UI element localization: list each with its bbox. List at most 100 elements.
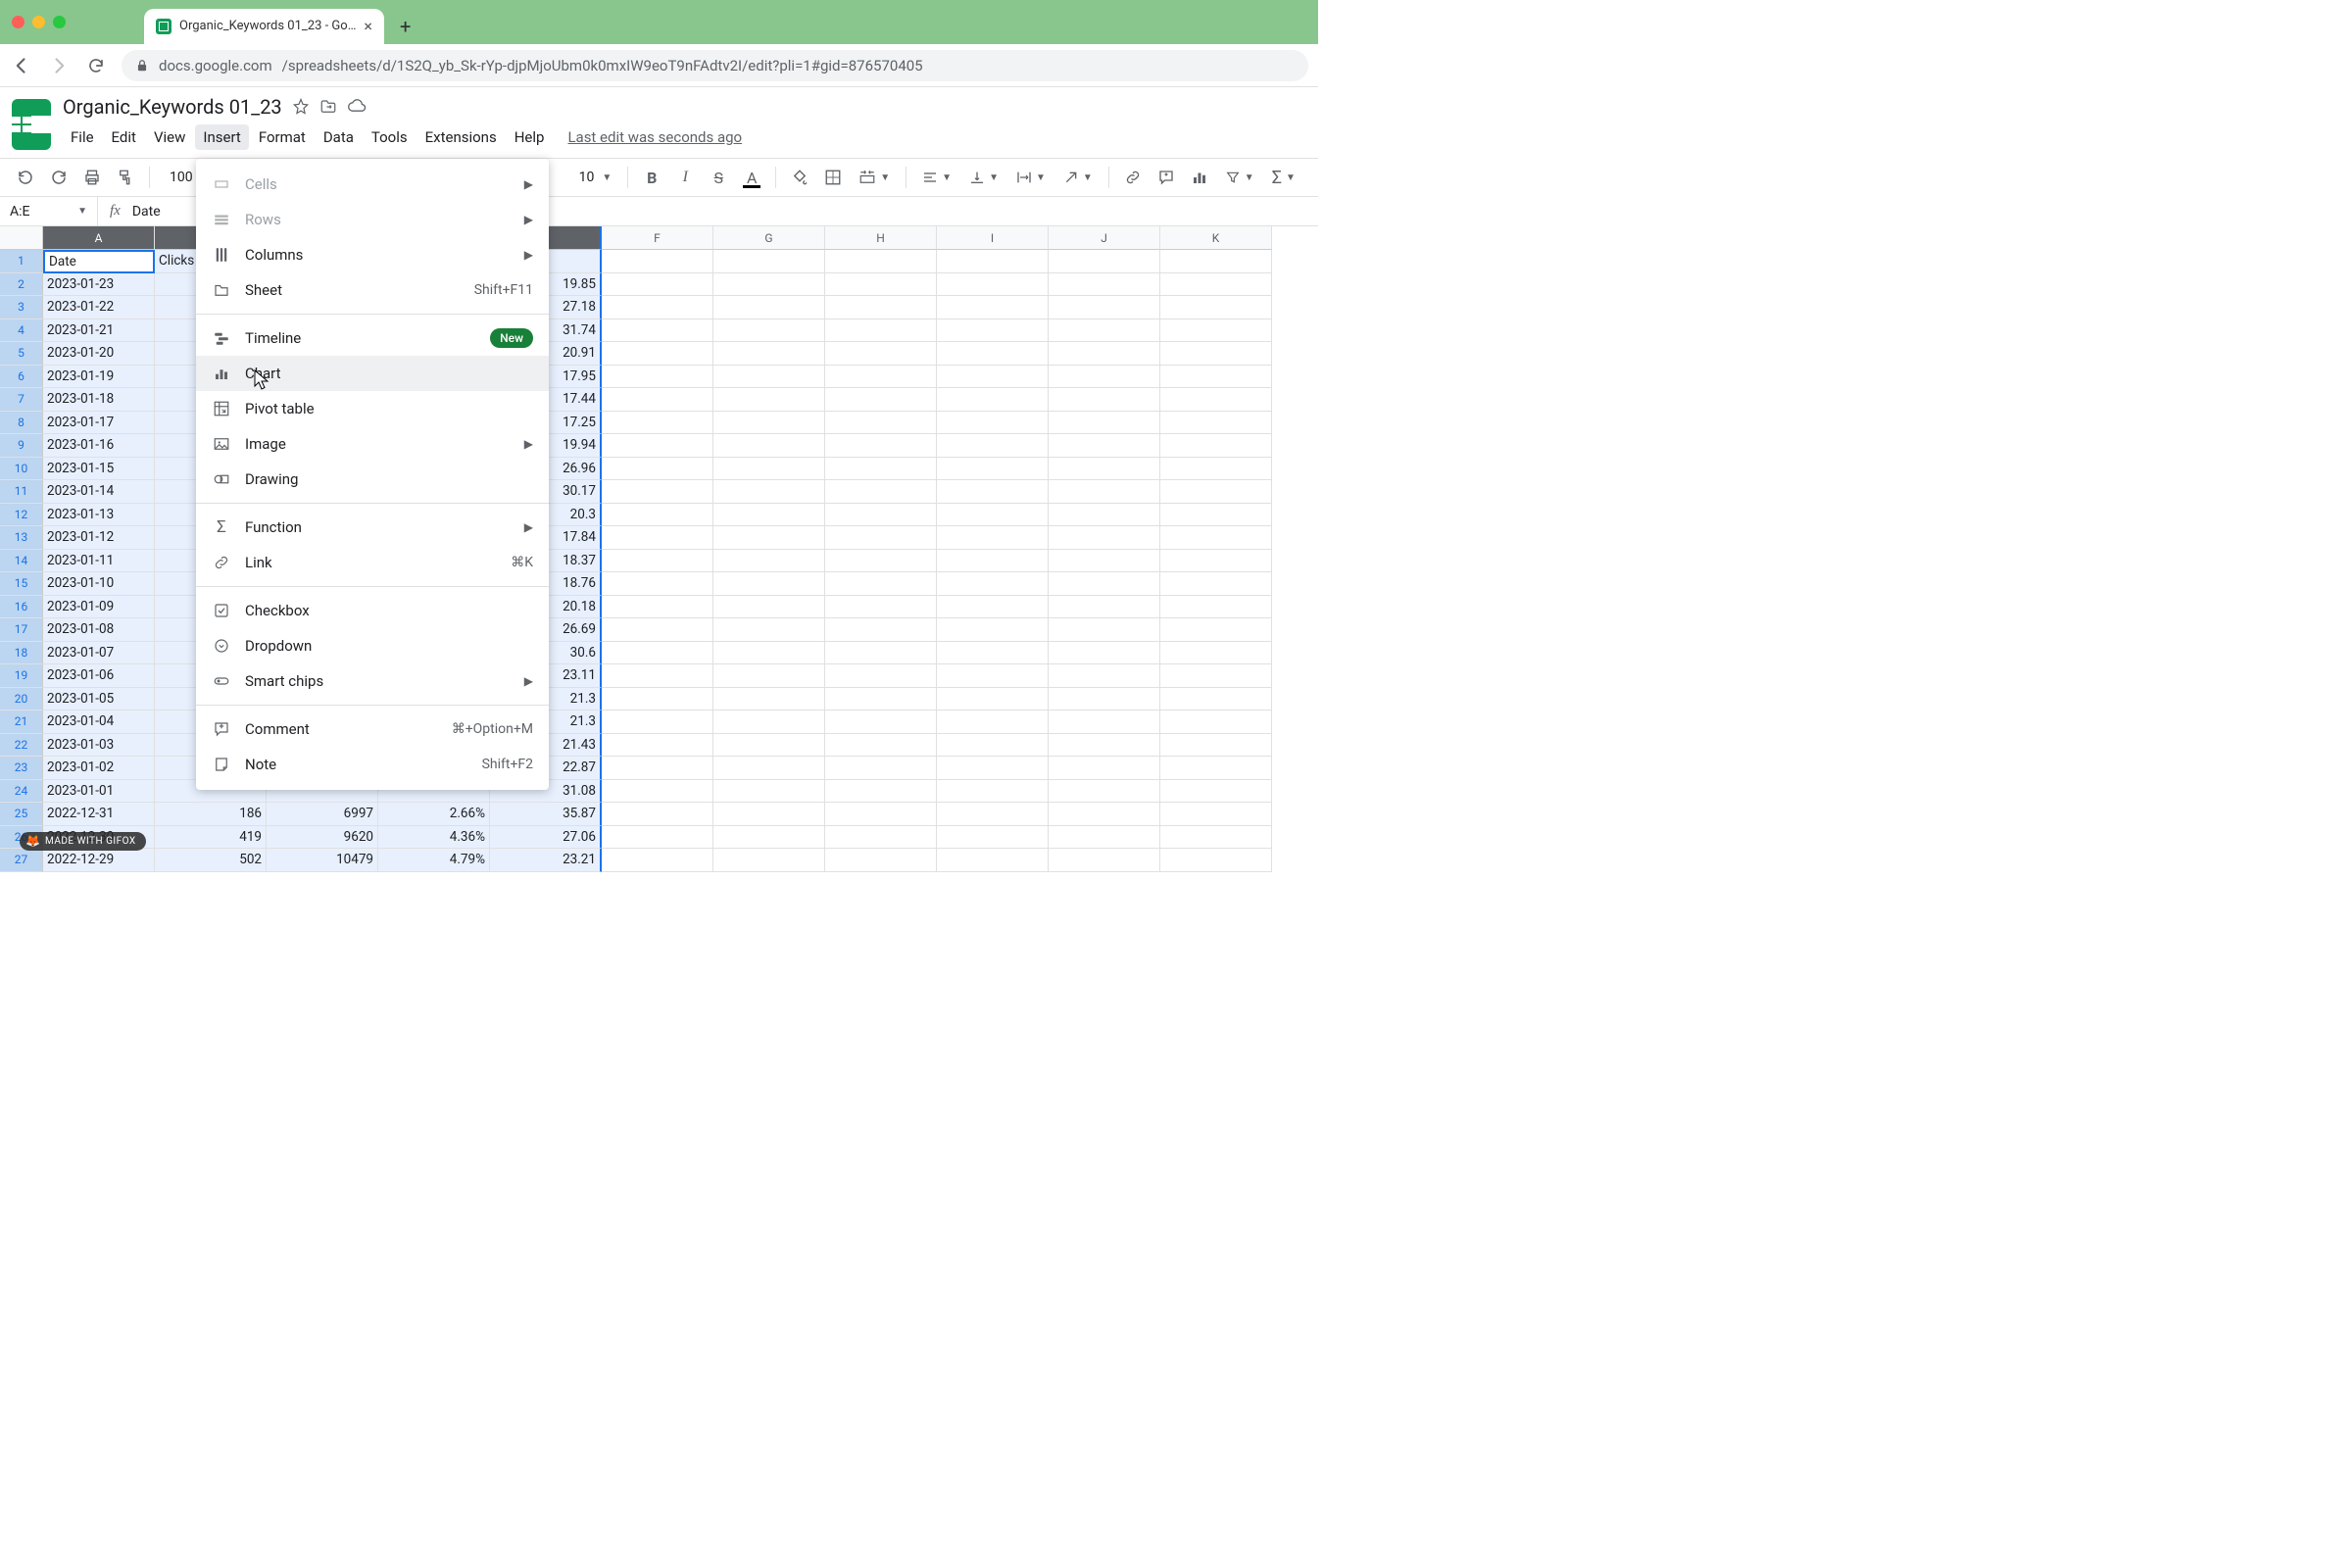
cell[interactable] <box>825 250 937 273</box>
comment-button[interactable] <box>1152 164 1180 191</box>
cell[interactable] <box>937 803 1049 826</box>
cell[interactable]: 2023-01-05 <box>43 688 155 711</box>
cell[interactable]: 2023-01-09 <box>43 596 155 619</box>
cell[interactable]: 2023-01-21 <box>43 319 155 343</box>
row-header[interactable]: 27 <box>0 849 43 872</box>
cell[interactable] <box>602 458 713 481</box>
cell[interactable]: 2023-01-10 <box>43 572 155 596</box>
cell[interactable] <box>825 480 937 504</box>
cell[interactable] <box>1049 642 1160 665</box>
row-header[interactable]: 23 <box>0 757 43 780</box>
print-button[interactable] <box>78 164 106 191</box>
row-header[interactable]: 7 <box>0 388 43 412</box>
back-button[interactable] <box>10 54 33 77</box>
name-box[interactable]: A:E ▼ <box>0 197 98 225</box>
maximize-window-button[interactable] <box>53 16 66 28</box>
cell[interactable]: Date <box>43 250 155 273</box>
cell[interactable] <box>713 273 825 297</box>
cloud-status-icon[interactable] <box>347 97 367 117</box>
cell[interactable] <box>937 388 1049 412</box>
cell[interactable] <box>602 342 713 366</box>
cell[interactable] <box>825 273 937 297</box>
url-input[interactable]: docs.google.com/spreadsheets/d/1S2Q_yb_S… <box>122 50 1308 81</box>
cell[interactable] <box>937 572 1049 596</box>
cell[interactable] <box>825 688 937 711</box>
cell[interactable]: 10479 <box>267 849 378 872</box>
cell[interactable] <box>1160 366 1272 389</box>
cell[interactable] <box>937 618 1049 642</box>
cell[interactable] <box>825 342 937 366</box>
column-header[interactable]: I <box>937 226 1049 250</box>
cell[interactable] <box>1160 550 1272 573</box>
cell[interactable] <box>1049 757 1160 780</box>
column-header[interactable]: K <box>1160 226 1272 250</box>
cell[interactable] <box>937 710 1049 734</box>
cell[interactable] <box>825 734 937 758</box>
cell[interactable] <box>713 803 825 826</box>
cell[interactable]: 2023-01-22 <box>43 296 155 319</box>
menu-tools[interactable]: Tools <box>364 124 416 150</box>
cell[interactable] <box>937 550 1049 573</box>
row-header[interactable]: 5 <box>0 342 43 366</box>
cell[interactable] <box>825 596 937 619</box>
cell[interactable] <box>1049 504 1160 527</box>
cell[interactable] <box>713 550 825 573</box>
cell[interactable] <box>1160 664 1272 688</box>
cell[interactable] <box>825 572 937 596</box>
row-header[interactable]: 13 <box>0 526 43 550</box>
menu-format[interactable]: Format <box>251 124 314 150</box>
cell[interactable] <box>713 412 825 435</box>
cell[interactable] <box>602 596 713 619</box>
rotate-button[interactable]: ▼ <box>1057 170 1099 185</box>
cell[interactable] <box>1160 826 1272 850</box>
cell[interactable] <box>713 319 825 343</box>
row-header[interactable]: 1 <box>0 250 43 273</box>
insert-comment[interactable]: Comment ⌘+Option+M <box>196 711 549 747</box>
cell[interactable] <box>1160 342 1272 366</box>
cell[interactable]: 2023-01-14 <box>43 480 155 504</box>
cell[interactable] <box>602 734 713 758</box>
document-title[interactable]: Organic_Keywords 01_23 <box>63 95 282 119</box>
cell[interactable] <box>602 664 713 688</box>
cell[interactable] <box>825 388 937 412</box>
cell[interactable]: 35.87 <box>490 803 602 826</box>
cell[interactable] <box>937 504 1049 527</box>
menu-edit[interactable]: Edit <box>104 124 144 150</box>
cell[interactable] <box>602 780 713 804</box>
insert-dropdown[interactable]: Dropdown <box>196 628 549 663</box>
row-header[interactable]: 16 <box>0 596 43 619</box>
cell[interactable] <box>937 296 1049 319</box>
cell[interactable] <box>1049 780 1160 804</box>
cell[interactable] <box>1049 688 1160 711</box>
cell[interactable] <box>825 710 937 734</box>
cell[interactable] <box>1049 412 1160 435</box>
cell[interactable] <box>1160 780 1272 804</box>
cell[interactable] <box>937 642 1049 665</box>
paint-format-button[interactable] <box>112 164 139 191</box>
cell[interactable] <box>1160 296 1272 319</box>
cell[interactable] <box>713 780 825 804</box>
cell[interactable]: 6997 <box>267 803 378 826</box>
cell[interactable] <box>1049 572 1160 596</box>
wrap-button[interactable]: ▼ <box>1010 170 1052 185</box>
merge-button[interactable]: ▼ <box>853 169 896 186</box>
cell[interactable] <box>825 434 937 458</box>
cell[interactable] <box>1049 434 1160 458</box>
cell[interactable]: 2023-01-13 <box>43 504 155 527</box>
select-all-corner[interactable] <box>0 226 43 250</box>
cell[interactable] <box>1049 388 1160 412</box>
insert-note[interactable]: Note Shift+F2 <box>196 747 549 782</box>
row-header[interactable]: 3 <box>0 296 43 319</box>
cell[interactable]: 27.06 <box>490 826 602 850</box>
minimize-window-button[interactable] <box>32 16 45 28</box>
cell[interactable] <box>937 250 1049 273</box>
cell[interactable] <box>1049 458 1160 481</box>
row-header[interactable]: 18 <box>0 642 43 665</box>
row-header[interactable]: 12 <box>0 504 43 527</box>
cell[interactable] <box>602 412 713 435</box>
cell[interactable] <box>937 734 1049 758</box>
insert-checkbox[interactable]: Checkbox <box>196 593 549 628</box>
cell[interactable] <box>825 849 937 872</box>
insert-columns[interactable]: Columns ▶ <box>196 237 549 272</box>
cell[interactable] <box>1049 803 1160 826</box>
